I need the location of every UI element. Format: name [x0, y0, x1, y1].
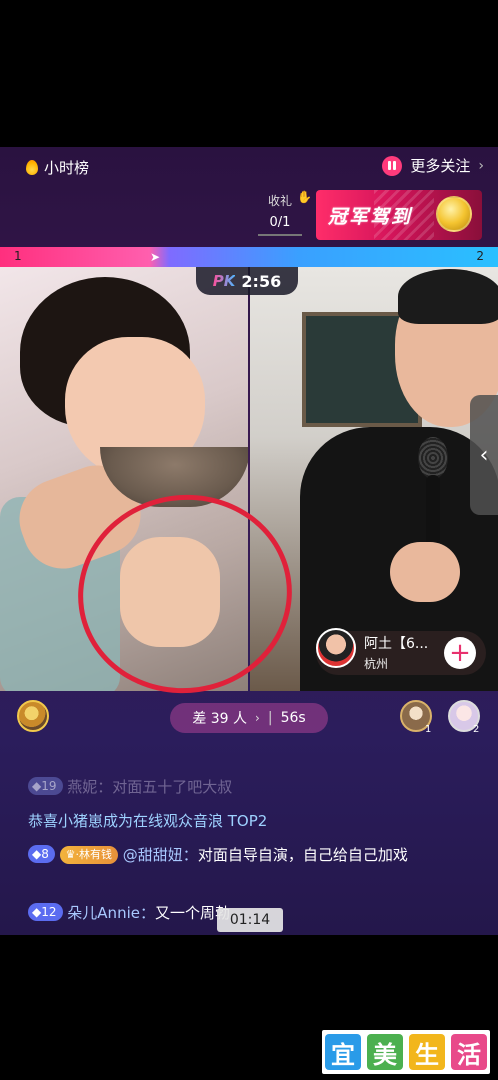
watermark-char: 美: [367, 1034, 403, 1070]
hour-rank-button[interactable]: 小时榜: [26, 157, 89, 178]
pk-countdown: 2:56: [241, 271, 282, 291]
side-panel-tab[interactable]: ‹: [470, 395, 498, 515]
more-follow-button[interactable]: 更多关注 ›: [382, 155, 484, 176]
hour-rank-label: 小时榜: [44, 159, 90, 177]
level-number: 8: [41, 847, 49, 861]
scene-man-hand: [390, 542, 460, 602]
top-bar: 小时榜 更多关注 ›: [0, 147, 498, 183]
rank-number: 2: [473, 724, 480, 735]
flame-icon: [26, 160, 38, 175]
fan-club-badge: ♛·林有钱: [59, 846, 119, 864]
pk-logo: PK: [212, 272, 236, 290]
contribution-row: 差 39 人 › | 56s 1 2: [0, 700, 498, 736]
gift-receive-counter[interactable]: 收礼 ✋ 0/1: [252, 190, 312, 238]
opponent-avatar[interactable]: [316, 628, 356, 668]
chevron-right-icon: ›: [478, 157, 484, 174]
pk-left-score: 1: [14, 249, 22, 263]
top-contributor-avatar[interactable]: [17, 700, 49, 732]
gold-medal-icon: [436, 196, 472, 232]
scene-man-hair: [398, 269, 498, 324]
chat-username[interactable]: @甜甜妞：: [123, 846, 198, 864]
system-message: 恭喜小猪崽成为在线观众音浪 TOP2: [28, 809, 478, 833]
champion-banner[interactable]: 冠军驾到: [316, 190, 482, 240]
video-timestamp: 01:14: [217, 908, 283, 932]
gift-count: 0/1: [269, 215, 291, 230]
pk-timer: PK 2:56: [196, 267, 298, 295]
gap-pill[interactable]: 差 39 人 › | 56s: [170, 703, 328, 733]
user-level-badge: ◆12: [28, 903, 63, 921]
fan-club-name: 林有钱: [79, 848, 113, 861]
more-follow-label: 更多关注: [410, 157, 471, 175]
live-bars-icon: [382, 155, 403, 176]
watermark-char: 生: [409, 1034, 445, 1070]
chat-message[interactable]: ◆8 ♛·林有钱 @甜甜妞：对面自导自演，自己给自己加戏: [28, 843, 478, 867]
gift-progress-line: [258, 234, 302, 236]
watermark-char: 宜: [325, 1034, 361, 1070]
watermark-char: 活: [451, 1034, 487, 1070]
user-level-badge: ◆8: [28, 845, 55, 863]
divider: |: [267, 710, 273, 726]
watermark-logo: 宜 美 生 活: [322, 1030, 490, 1074]
rank-number: 1: [425, 724, 432, 735]
gap-countdown: 56s: [280, 710, 306, 726]
opponent-name: 阿土【6...: [364, 636, 429, 652]
chevron-left-icon: ‹: [479, 442, 489, 468]
gift-hand-icon: ✋: [297, 190, 312, 204]
scene-microphone: [418, 437, 448, 479]
pk-score-bar: 1 ➤ 2: [0, 247, 498, 267]
chat-username[interactable]: 朵儿Annie：: [67, 904, 155, 922]
chat-message[interactable]: ◆19 燕妮：对面五十了吧大叔: [28, 775, 478, 799]
chat-text: 恭喜小猪崽成为在线观众音浪 TOP2: [28, 812, 268, 830]
live-stream-stage: 小时榜 更多关注 › 收礼 ✋ 0/1 冠军驾到 1 ➤ 2 ‹ PK 2:56…: [0, 147, 498, 935]
follow-opponent-button[interactable]: +: [444, 637, 476, 669]
pk-right-score: 2: [476, 249, 484, 263]
gap-text: 差 39 人: [192, 711, 248, 727]
banner-pattern: [374, 190, 434, 240]
user-level-badge: ◆19: [28, 777, 63, 795]
opponent-location: 杭州: [364, 657, 389, 671]
chat-text: 对面自导自演，自己给自己加戏: [197, 846, 408, 864]
chevron-right-icon: ›: [255, 711, 260, 725]
chat-text: 燕妮：对面五十了吧大叔: [67, 778, 233, 796]
right-video-feed[interactable]: ‹: [250, 267, 498, 691]
pk-video-area: ‹ PK 2:56: [0, 267, 498, 707]
pk-arrow-icon: ➤: [150, 250, 161, 264]
level-number: 19: [41, 779, 57, 793]
level-number: 12: [41, 905, 57, 919]
